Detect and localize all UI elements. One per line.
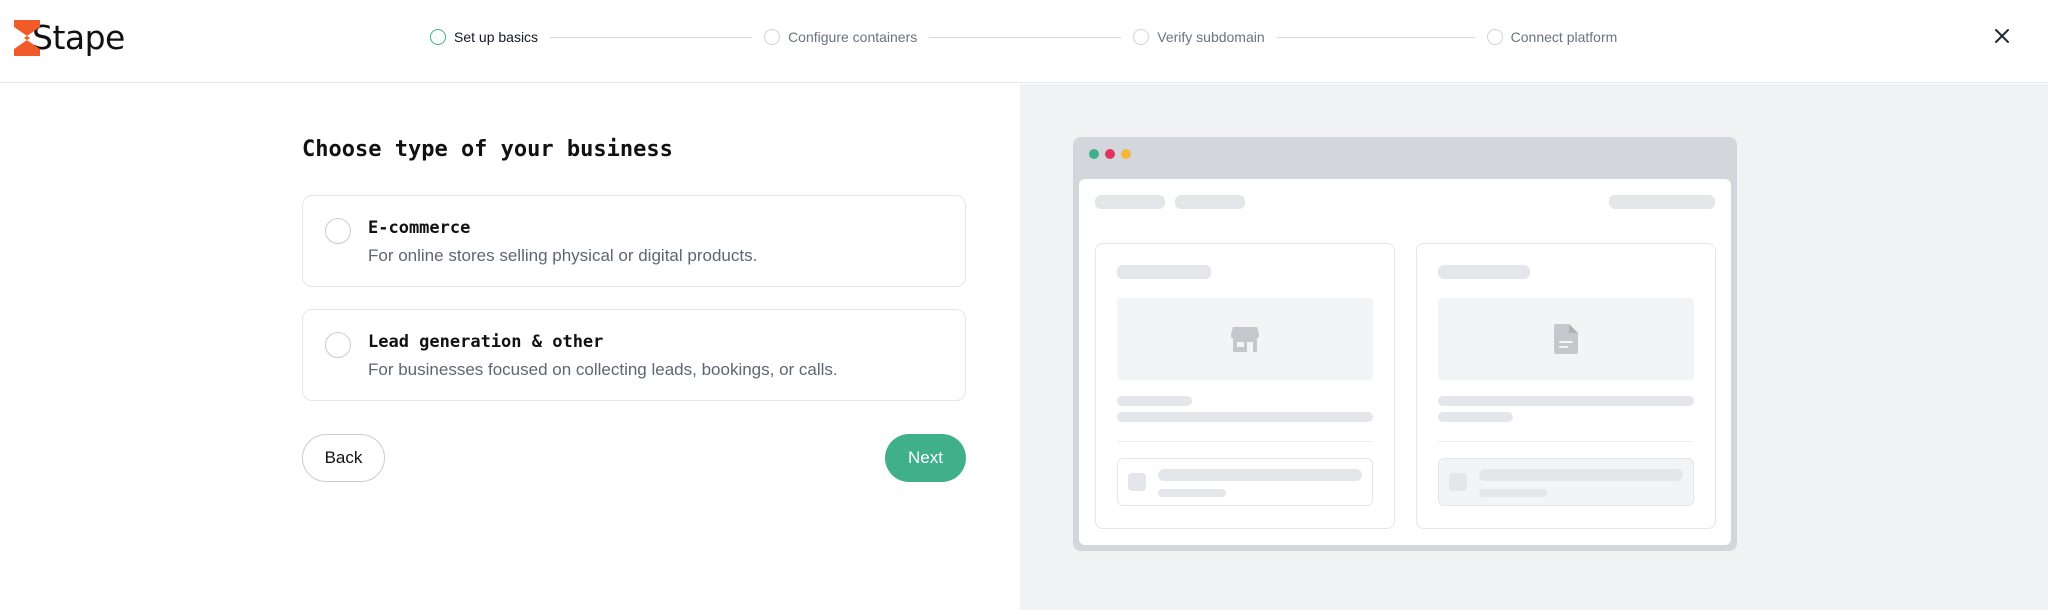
window-dot-yellow [1121,149,1131,159]
skeleton-row [1438,458,1694,506]
skeleton-title [1117,265,1211,279]
radio-lead-generation[interactable] [325,332,351,358]
preview-thumbnail [1117,298,1373,380]
store-icon [1231,327,1259,352]
step-connector [929,36,1122,38]
radio-ecommerce[interactable] [325,218,351,244]
close-button[interactable] [1990,24,2014,48]
skeleton-line [1479,489,1547,497]
divider [1117,441,1373,442]
skeleton-nav [1609,195,1715,209]
step-indicator-icon [430,29,446,45]
back-button[interactable]: Back [302,434,385,482]
logo-mark-icon [14,18,40,58]
step-label: Connect platform [1510,29,1618,45]
option-description: For online stores selling physical or di… [368,246,758,265]
preview-card-lead-generation [1416,243,1716,529]
option-lead-generation[interactable]: Lead generation & other For businesses f… [302,309,966,401]
skeleton-thumb [1128,473,1146,491]
option-title: E-commerce [368,218,471,238]
skeleton-line [1117,412,1373,422]
skeleton-line [1158,489,1226,497]
step-indicator-icon [1486,29,1503,45]
top-bar: Stape Set up basics Configure containers… [0,0,2048,83]
skeleton-nav [1175,195,1245,209]
step-label: Verify subdomain [1157,29,1265,45]
skeleton-line [1438,412,1513,422]
skeleton-line [1479,469,1683,481]
step-connect-platform[interactable]: Connect platform [1486,27,1618,47]
browser-illustration [1073,137,1737,551]
skeleton-title [1438,265,1530,279]
browser-content [1079,179,1731,545]
step-connector [550,36,753,38]
skeleton-line [1117,396,1192,406]
option-title: Lead generation & other [368,332,604,352]
skeleton-nav [1095,195,1165,209]
option-description: For businesses focused on collecting lea… [368,360,838,379]
step-label: Configure containers [788,29,918,45]
stape-logo[interactable]: Stape [14,16,125,60]
next-button[interactable]: Next [885,434,966,482]
onboarding-stepper: Set up basics Configure containers Verif… [430,27,1617,47]
skeleton-thumb [1449,473,1467,491]
divider [1438,441,1694,442]
page-title: Choose type of your business [302,137,673,162]
skeleton-row [1117,458,1373,506]
close-icon [1995,29,2009,43]
logo-text: Stape [32,18,125,57]
option-ecommerce[interactable]: E-commerce For online stores selling phy… [302,195,966,287]
step-configure-containers[interactable]: Configure containers [764,27,917,47]
step-connector [1276,36,1475,38]
preview-card-ecommerce [1095,243,1395,529]
step-indicator-icon [1133,29,1150,45]
preview-panel [1020,84,2048,610]
window-dot-red [1105,149,1115,159]
skeleton-line [1158,469,1362,481]
step-label: Set up basics [454,29,539,45]
step-indicator-icon [764,29,781,45]
preview-thumbnail [1438,298,1694,380]
skeleton-line [1438,396,1694,406]
step-verify-subdomain[interactable]: Verify subdomain [1133,27,1265,47]
step-set-up-basics[interactable]: Set up basics [430,27,538,47]
document-icon [1554,324,1578,354]
business-type-form: Choose type of your business E-commerce … [0,84,1020,610]
window-dot-green [1089,149,1099,159]
